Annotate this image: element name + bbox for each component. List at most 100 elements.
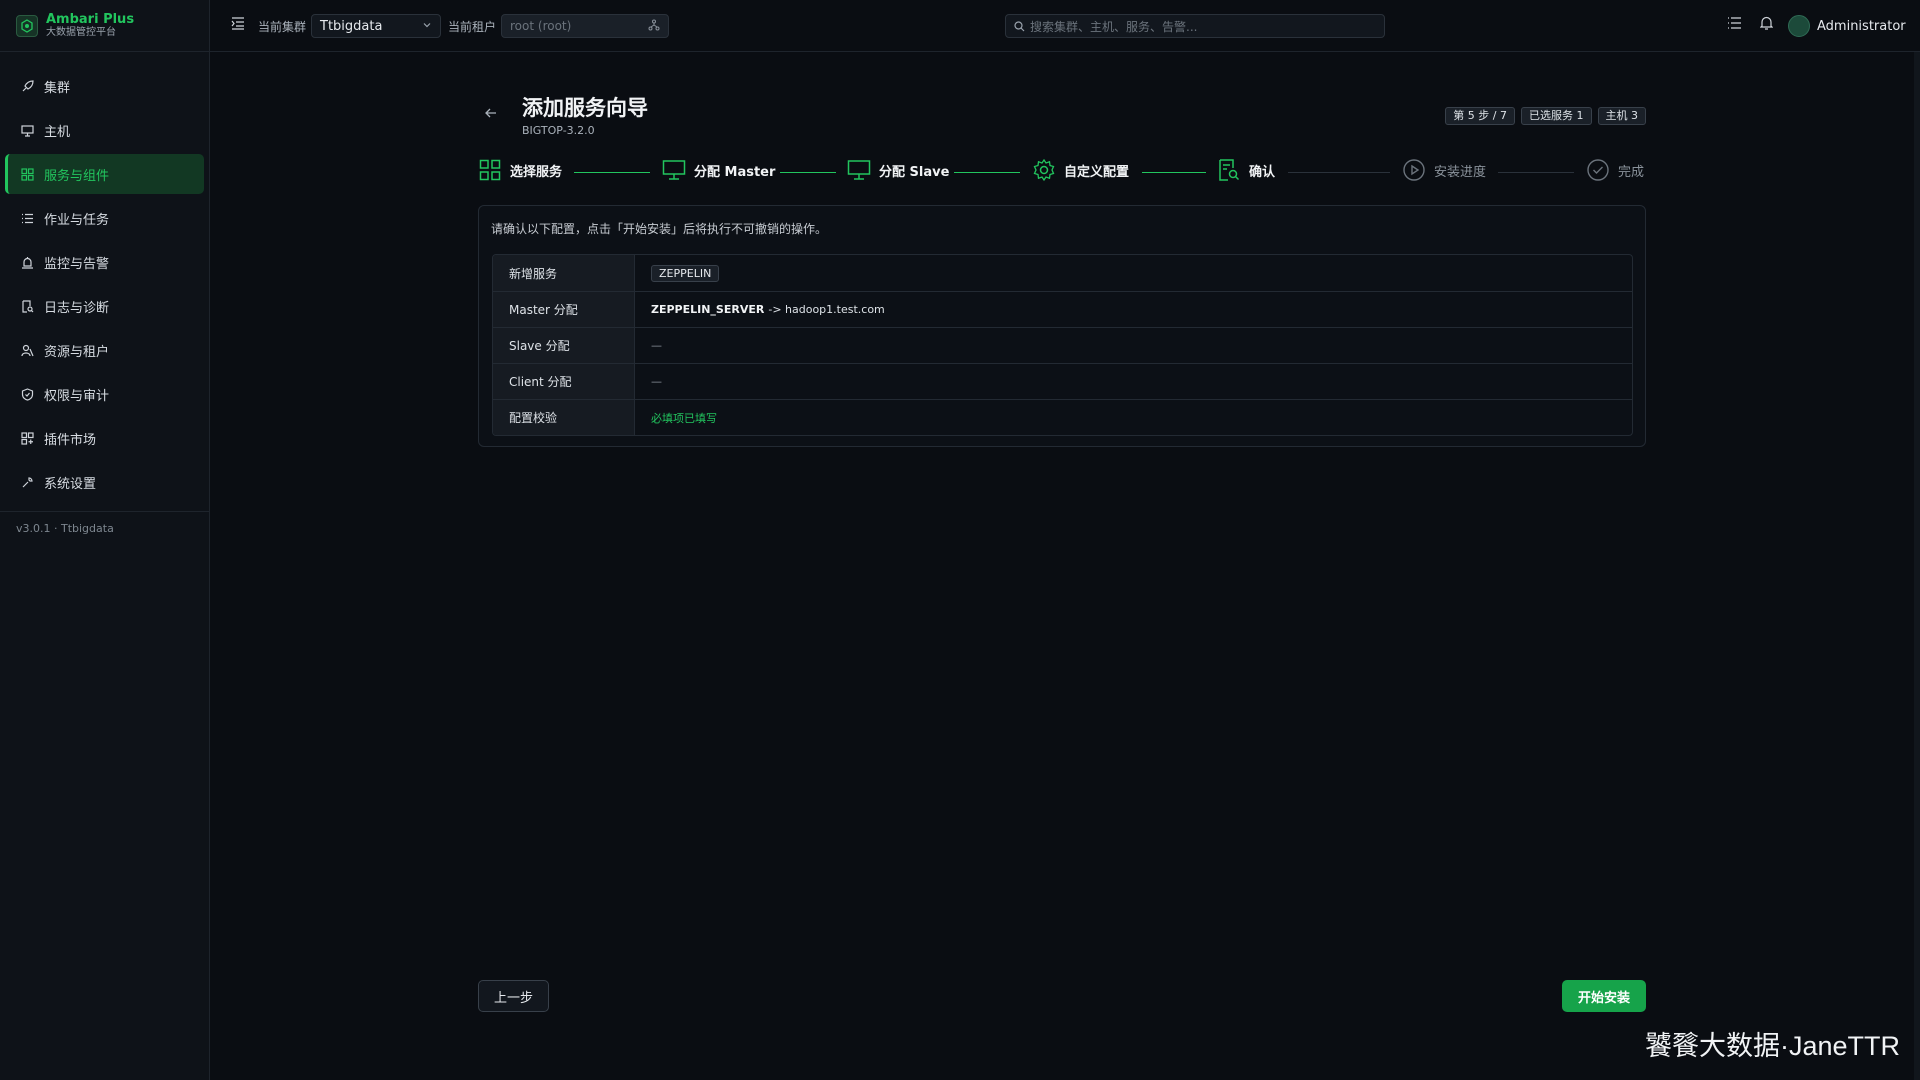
wizard-badges: 第 5 步 / 7 已选服务 1 主机 3	[1445, 107, 1646, 125]
step-select-services[interactable]: 选择服务	[478, 158, 562, 182]
grid-icon	[478, 158, 502, 182]
page-title: 添加服务向导	[522, 96, 648, 120]
row-key: 配置校验	[493, 400, 635, 435]
cluster-select[interactable]: Ttbigdata	[311, 14, 442, 38]
table-row: 配置校验 必填项已填写	[493, 399, 1632, 435]
sidebar-item-logs[interactable]: 日志与诊断	[5, 286, 204, 326]
sidebar-item-hosts[interactable]: 主机	[5, 110, 204, 150]
start-install-button[interactable]: 开始安装	[1562, 980, 1646, 1012]
step-confirm[interactable]: 确认	[1217, 158, 1275, 182]
sidebar-item-permissions[interactable]: 权限与审计	[5, 374, 204, 414]
user-menu[interactable]: Administrator	[1788, 15, 1906, 37]
step-label: 安装进度	[1434, 164, 1487, 180]
step-label: 完成	[1618, 164, 1645, 180]
task-list-icon[interactable]	[1727, 16, 1742, 30]
sidebar-item-label: 作业与任务	[44, 212, 110, 228]
stack-version: BIGTOP-3.2.0	[522, 124, 595, 137]
confirm-note: 请确认以下配置，点击「开始安装」后将执行不可撤销的操作。	[491, 222, 828, 236]
sidebar-item-label: 集群	[44, 80, 71, 96]
sidebar-item-services[interactable]: 服务与组件	[5, 154, 204, 194]
row-key: Slave 分配	[493, 328, 635, 363]
step-install-progress: 安装进度	[1402, 158, 1486, 182]
sidebar-item-monitoring[interactable]: 监控与告警	[5, 242, 204, 282]
user-group-icon	[20, 343, 34, 357]
scrollbar[interactable]	[1914, 52, 1920, 1080]
sidebar-item-label: 服务与组件	[44, 168, 110, 184]
gear-icon	[1032, 158, 1056, 182]
user-name: Administrator	[1817, 18, 1906, 34]
shield-icon	[20, 387, 34, 401]
step-label: 选择服务	[510, 164, 563, 180]
sidebar-item-plugins[interactable]: 插件市场	[5, 418, 204, 458]
step-custom-config[interactable]: 自定义配置	[1032, 158, 1129, 182]
tenant-label: 当前租户	[448, 19, 497, 34]
monitor-icon	[662, 158, 686, 182]
doc-search-icon	[1217, 158, 1241, 182]
step-label: 自定义配置	[1064, 164, 1130, 180]
brand-logo-icon	[16, 14, 38, 37]
slave-value: —	[651, 339, 662, 352]
topbar: 当前集群 Ttbigdata 当前租户 root (root) 搜索集群、主机、…	[210, 0, 1920, 52]
validation-status: 必填项已填写	[651, 411, 717, 425]
monitor-icon	[847, 158, 871, 182]
sidebar-item-settings[interactable]: 系统设置	[5, 462, 204, 502]
log-search-icon	[20, 299, 34, 313]
tenant-value: root (root)	[510, 19, 572, 33]
table-row: 新增服务 ZEPPELIN	[493, 255, 1632, 291]
step-badge: 第 5 步 / 7	[1445, 107, 1515, 125]
brand-title: Ambari Plus	[46, 11, 135, 27]
sidebar-item-label: 监控与告警	[44, 256, 110, 272]
config-summary-table: 新增服务 ZEPPELIN Master 分配 ZEPPELIN_SERVER …	[492, 254, 1633, 436]
sidebar-item-resources[interactable]: 资源与租户	[5, 330, 204, 370]
watermark: 饕餮大数据·JaneTTR	[1644, 1031, 1900, 1061]
sidebar: Ambari Plus 大数据管控平台 集群 主机 服务与组件 作业与任务 监控…	[0, 0, 210, 1080]
step-connector	[780, 172, 836, 173]
table-row: Slave 分配 —	[493, 327, 1632, 363]
tenant-field[interactable]: root (root)	[501, 14, 670, 38]
avatar	[1788, 15, 1810, 37]
confirm-card: 请确认以下配置，点击「开始安装」后将执行不可撤销的操作。 新增服务 ZEPPEL…	[478, 205, 1646, 447]
global-search-input[interactable]: 搜索集群、主机、服务、告警...	[1005, 14, 1385, 38]
sidebar-item-cluster[interactable]: 集群	[5, 66, 204, 106]
step-label: 分配 Slave	[879, 164, 950, 180]
wrench-icon	[20, 475, 34, 489]
brand-subtitle: 大数据管控平台	[46, 26, 116, 38]
sidebar-item-label: 插件市场	[44, 432, 97, 448]
step-connector	[1142, 172, 1206, 173]
step-assign-master[interactable]: 分配 Master	[662, 158, 775, 182]
service-tag: ZEPPELIN	[651, 264, 720, 282]
step-assign-slave[interactable]: 分配 Slave	[847, 158, 949, 182]
master-component: ZEPPELIN_SERVER	[651, 303, 765, 316]
check-circle-icon	[1586, 158, 1610, 182]
cluster-label: 当前集群	[258, 19, 307, 34]
search-icon	[1014, 20, 1025, 32]
step-connector	[1498, 172, 1574, 173]
hierarchy-icon	[648, 19, 660, 34]
master-target-host: -> hadoop1.test.com	[768, 303, 885, 316]
cluster-select-value: Ttbigdata	[320, 18, 383, 34]
wizard-steps: 选择服务 分配 Master 分配 Slave 自定义配置 确认 安装进度 完成	[478, 158, 1646, 188]
alarm-icon	[20, 255, 34, 269]
sidebar-nav: 集群 主机 服务与组件 作业与任务 监控与告警 日志与诊断 资源与租户 权限与审…	[0, 52, 209, 502]
brand[interactable]: Ambari Plus 大数据管控平台	[0, 0, 209, 52]
back-arrow-icon[interactable]	[484, 106, 498, 124]
sidebar-item-label: 主机	[44, 124, 71, 140]
sidebar-item-label: 系统设置	[44, 476, 97, 492]
previous-button[interactable]: 上一步	[478, 980, 549, 1012]
hosts-badge: 主机 3	[1597, 107, 1646, 125]
row-key: Client 分配	[493, 364, 635, 399]
selected-services-badge: 已选服务 1	[1521, 107, 1592, 125]
step-connector	[574, 172, 650, 173]
bell-icon[interactable]	[1760, 16, 1773, 30]
row-key: Master 分配	[493, 292, 635, 327]
step-connector	[954, 172, 1020, 173]
sidebar-item-label: 权限与审计	[44, 388, 110, 404]
sidebar-item-jobs[interactable]: 作业与任务	[5, 198, 204, 238]
menu-toggle-icon[interactable]	[230, 15, 246, 31]
table-row: Master 分配 ZEPPELIN_SERVER -> hadoop1.tes…	[493, 291, 1632, 327]
grid-icon	[20, 167, 34, 181]
sidebar-item-label: 日志与诊断	[44, 300, 110, 316]
step-label: 分配 Master	[694, 164, 776, 180]
list-icon	[20, 211, 34, 225]
sidebar-item-label: 资源与租户	[44, 344, 110, 360]
